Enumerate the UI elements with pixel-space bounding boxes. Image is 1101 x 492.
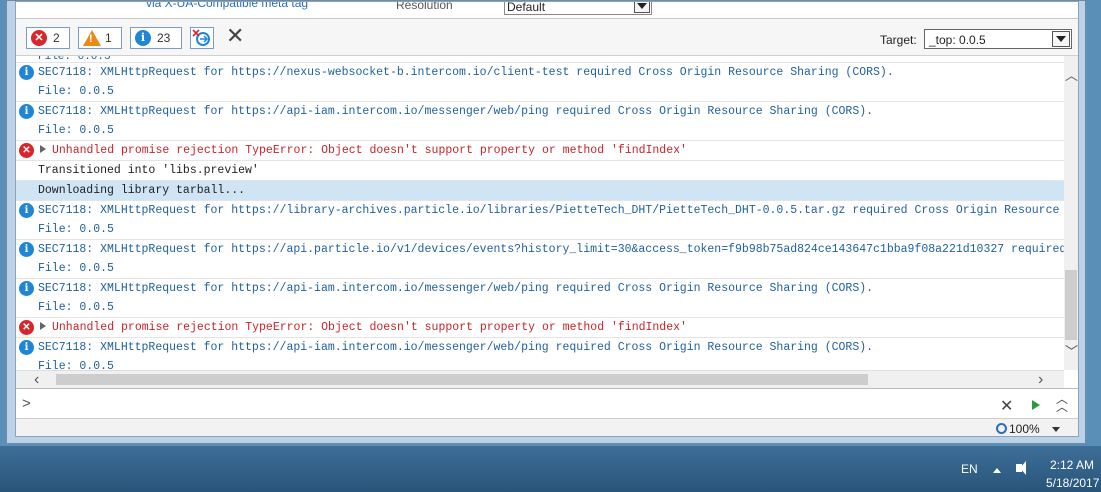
log-row[interactable]: ✕ Unhandled promise rejection TypeError:… (16, 318, 1064, 338)
taskbar: EN 2:12 AM 5/18/2017 (0, 446, 1101, 492)
log-message: Unhandled promise rejection TypeError: O… (52, 144, 687, 157)
log-row-cutoff: File: 0.0.5 (16, 56, 1064, 63)
expand-triangle-icon[interactable] (40, 322, 46, 330)
log-source[interactable]: File: 0.0.5 (38, 220, 1064, 239)
vertical-scrollbar[interactable]: ︿ ﹀ (1064, 56, 1078, 370)
horizontal-scroll-thumb[interactable] (56, 374, 868, 385)
messages-count: 23 (157, 31, 171, 45)
devtools-window: via X-UA-Compatible meta tag Resolution … (6, 0, 1086, 444)
error-icon: ✕ (19, 143, 34, 158)
vertical-scroll-thumb[interactable] (1065, 270, 1077, 340)
log-source[interactable]: File: 0.0.5 (38, 259, 1064, 278)
language-indicator[interactable]: EN (961, 462, 978, 476)
info-icon: i (19, 340, 34, 355)
zoom-icon (996, 423, 1007, 434)
log-message: SEC7118: XMLHttpRequest for https://nexu… (38, 66, 894, 79)
info-icon: i (135, 30, 151, 46)
messages-filter-button[interactable]: i 23 (130, 27, 182, 49)
devtools-pane: via X-UA-Compatible meta tag Resolution … (15, 1, 1079, 437)
error-icon: ✕ (19, 320, 34, 335)
log-message: SEC7118: XMLHttpRequest for https://api-… (38, 105, 874, 118)
log-row[interactable]: ✕ Unhandled promise rejection TypeError:… (16, 141, 1064, 161)
target-value: _top: 0.0.5 (929, 33, 986, 47)
expand-multiline-icon[interactable]: ︿ ︿ (1056, 393, 1068, 413)
zoom-control[interactable]: 100% (996, 422, 1040, 436)
log-source[interactable]: File: 0.0.5 (38, 357, 1064, 370)
info-icon: i (19, 65, 34, 80)
log-source[interactable]: File: 0.0.5 (38, 298, 1064, 317)
errors-filter-button[interactable]: ✕ 2 (26, 27, 70, 49)
console-toolbar: ✕ 2 ! 1 i 23 ✕ Target: _top: 0.0.5 (16, 19, 1078, 56)
x-ua-compatible-link[interactable]: via X-UA-Compatible meta tag (146, 2, 308, 10)
error-icon: ✕ (31, 30, 47, 46)
emulation-strip: via X-UA-Compatible meta tag Resolution … (16, 2, 1078, 19)
console-command-line[interactable]: > ✕ ︿ ︿ (16, 388, 1078, 419)
log-message: SEC7118: XMLHttpRequest for https://api-… (38, 282, 874, 295)
clock-date[interactable]: 5/18/2017 (1046, 476, 1099, 490)
log-row[interactable]: i SEC7118: XMLHttpRequest for https://ap… (16, 338, 1064, 370)
expand-triangle-icon[interactable] (40, 145, 46, 153)
info-icon: i (19, 104, 34, 119)
status-bar: 100% (16, 418, 1078, 436)
info-icon: i (19, 281, 34, 296)
log-row-selected[interactable]: Downloading library tarball... (16, 181, 1064, 201)
chevron-up-icon[interactable]: ︿ (1065, 69, 1078, 82)
console-log: File: 0.0.5 i SEC7118: XMLHttpRequest fo… (16, 56, 1064, 370)
log-message: SEC7118: XMLHttpRequest for https://api-… (38, 341, 874, 354)
chevron-down-icon[interactable] (634, 2, 650, 13)
log-message: SEC7118: XMLHttpRequest for https://libr… (38, 204, 1064, 217)
chevron-right-icon[interactable]: › (1038, 372, 1043, 388)
warning-icon: ! (83, 30, 101, 46)
clock-time[interactable]: 2:12 AM (1050, 458, 1094, 472)
clear-on-navigate-icon (192, 29, 210, 46)
chevron-left-icon[interactable]: ‹ (34, 372, 39, 388)
clear-input-icon[interactable]: ✕ (1000, 396, 1013, 416)
chevron-down-icon[interactable] (1052, 31, 1070, 47)
close-icon[interactable]: ✕ (226, 25, 244, 47)
log-row[interactable]: i SEC7118: XMLHttpRequest for https://ap… (16, 240, 1064, 279)
log-row[interactable]: i SEC7118: XMLHttpRequest for https://ap… (16, 102, 1064, 141)
log-row[interactable]: i SEC7118: XMLHttpRequest for https://ap… (16, 279, 1064, 318)
resolution-select[interactable]: Default (504, 1, 652, 15)
log-row[interactable]: i SEC7118: XMLHttpRequest for https://ne… (16, 63, 1064, 102)
zoom-level: 100% (1009, 422, 1040, 436)
clear-on-navigate-button[interactable] (190, 27, 214, 49)
log-source[interactable]: File: 0.0.5 (38, 121, 1064, 140)
log-row[interactable]: i SEC7118: XMLHttpRequest for https://li… (16, 201, 1064, 240)
log-message: Downloading library tarball... (38, 184, 246, 197)
target-select[interactable]: _top: 0.0.5 (924, 29, 1072, 49)
chevron-down-icon[interactable] (1052, 427, 1060, 432)
warnings-filter-button[interactable]: ! 1 (78, 27, 122, 49)
target-label: Target: (880, 33, 917, 47)
warnings-count: 1 (105, 31, 112, 45)
volume-icon[interactable] (1016, 461, 1026, 475)
errors-count: 2 (53, 31, 60, 45)
info-icon: i (19, 203, 34, 218)
log-message: Transitioned into 'libs.preview' (38, 164, 259, 177)
show-hidden-icons-icon[interactable] (993, 468, 1001, 473)
prompt-chevron-icon: > (22, 395, 31, 412)
log-source[interactable]: File: 0.0.5 (38, 82, 1064, 101)
horizontal-scrollbar[interactable]: ‹ › (16, 370, 1064, 388)
chevron-down-icon[interactable]: ﹀ (1065, 345, 1078, 358)
resolution-label: Resolution (396, 1, 453, 12)
log-row[interactable]: Transitioned into 'libs.preview' (16, 161, 1064, 181)
info-icon: i (19, 242, 34, 257)
log-message: SEC7118: XMLHttpRequest for https://api.… (38, 243, 1064, 256)
resolution-value: Default (507, 1, 546, 14)
run-script-icon[interactable] (1032, 400, 1040, 410)
log-message: Unhandled promise rejection TypeError: O… (52, 321, 687, 334)
